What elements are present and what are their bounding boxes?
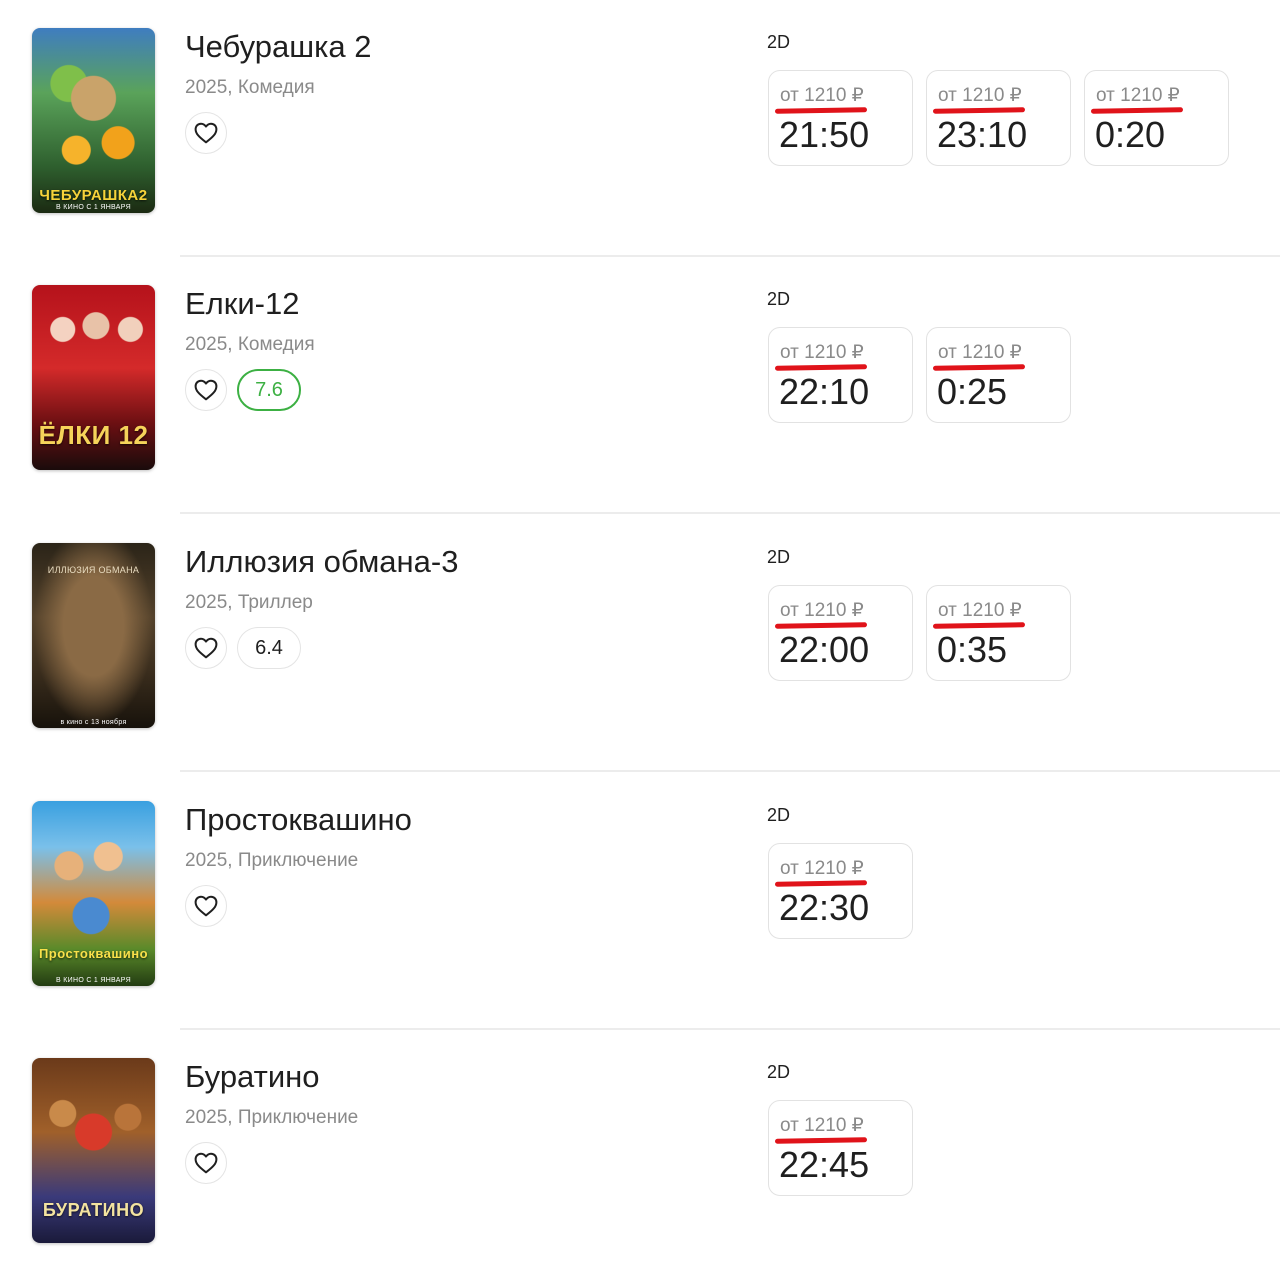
- movie-poster[interactable]: БУРАТИНО: [32, 1058, 155, 1243]
- session-button[interactable]: от 1210 ₽ 0:20: [1084, 70, 1229, 166]
- format-label: 2D: [767, 289, 791, 309]
- price-underline-mark: [774, 880, 868, 887]
- price-underline-mark: [774, 107, 868, 114]
- session-time: 0:25: [937, 371, 1008, 412]
- session-price: от 1210 ₽: [938, 85, 1022, 106]
- poster-title-text: БУРАТИНО: [42, 1200, 145, 1220]
- session-price: от 1210 ₽: [780, 858, 864, 879]
- poster-release-text: В КИНО С 1 ЯНВАРЯ: [56, 977, 131, 984]
- session-button[interactable]: от 1210 ₽ 22:45: [768, 1100, 913, 1196]
- poster-title-text: Простоквашино: [38, 946, 149, 961]
- favorite-button[interactable]: [185, 885, 227, 927]
- heart-outline-icon: [194, 122, 218, 144]
- movie-meta: 2025, Приключение: [185, 850, 359, 871]
- favorite-button[interactable]: [185, 369, 227, 411]
- session-price: от 1210 ₽: [780, 1115, 864, 1136]
- session-button[interactable]: от 1210 ₽ 21:50: [768, 70, 913, 166]
- movie-meta: 2025, Триллер: [185, 592, 313, 613]
- session-time: 0:35: [937, 629, 1008, 670]
- session-time: 23:10: [937, 114, 1028, 155]
- session-price: от 1210 ₽: [780, 342, 864, 363]
- price-underline-mark: [1090, 107, 1184, 114]
- movie-list: ЧЕБУРАШКА2 В КИНО С 1 ЯНВАРЯ Чебурашка 2…: [0, 0, 1280, 1262]
- movie-row: ЧЕБУРАШКА2 В КИНО С 1 ЯНВАРЯ Чебурашка 2…: [0, 0, 1280, 257]
- movie-title[interactable]: Простоквашино: [185, 803, 412, 837]
- format-label: 2D: [767, 32, 791, 52]
- movie-title[interactable]: Елки-12: [185, 287, 299, 321]
- poster-title-text: ЧЕБУРАШКА2: [39, 187, 148, 204]
- heart-outline-icon: [194, 379, 218, 401]
- movie-title[interactable]: Буратино: [185, 1060, 320, 1094]
- movie-meta: 2025, Комедия: [185, 77, 315, 98]
- poster-title-text: ЁЛКИ 12: [38, 420, 149, 450]
- session-price: от 1210 ₽: [1096, 85, 1180, 106]
- rating-badge: 6.4: [237, 627, 301, 669]
- poster-release-text: в кино с 13 ноября: [60, 719, 127, 726]
- movie-row: БУРАТИНО Буратино 2025, Приключение 2D о…: [0, 1030, 1280, 1287]
- movie-poster[interactable]: ИЛЛЮЗИЯ ОБМАНА в кино с 13 ноября: [32, 543, 155, 728]
- session-price: от 1210 ₽: [780, 600, 864, 621]
- session-button[interactable]: от 1210 ₽ 0:25: [926, 327, 1071, 423]
- poster-top-text: ИЛЛЮЗИЯ ОБМАНА: [47, 565, 140, 575]
- poster-release-text: В КИНО С 1 ЯНВАРЯ: [56, 204, 131, 211]
- price-underline-mark: [932, 107, 1026, 114]
- favorite-button[interactable]: [185, 1142, 227, 1184]
- format-label: 2D: [767, 805, 791, 825]
- price-underline-mark: [774, 1137, 868, 1144]
- rating-badge: 7.6: [237, 369, 301, 411]
- format-label: 2D: [767, 1062, 791, 1082]
- movie-poster[interactable]: Простоквашино В КИНО С 1 ЯНВАРЯ: [32, 801, 155, 986]
- session-button[interactable]: от 1210 ₽ 23:10: [926, 70, 1071, 166]
- session-price: от 1210 ₽: [780, 85, 864, 106]
- session-time: 0:20: [1095, 114, 1166, 155]
- heart-outline-icon: [194, 637, 218, 659]
- movie-meta: 2025, Комедия: [185, 334, 315, 355]
- session-time: 22:45: [779, 1144, 870, 1185]
- session-button[interactable]: от 1210 ₽ 22:00: [768, 585, 913, 681]
- favorite-button[interactable]: [185, 112, 227, 154]
- movie-title[interactable]: Чебурашка 2: [185, 30, 371, 64]
- session-price: от 1210 ₽: [938, 600, 1022, 621]
- session-button[interactable]: от 1210 ₽ 22:10: [768, 327, 913, 423]
- row-divider: [180, 512, 1280, 514]
- session-time: 21:50: [779, 114, 870, 155]
- movie-title[interactable]: Иллюзия обмана-3: [185, 545, 458, 579]
- price-underline-mark: [932, 622, 1026, 629]
- session-time: 22:10: [779, 371, 870, 412]
- heart-outline-icon: [194, 1152, 218, 1174]
- movie-meta: 2025, Приключение: [185, 1107, 359, 1128]
- price-underline-mark: [774, 364, 868, 371]
- session-time: 22:30: [779, 887, 870, 928]
- movie-poster[interactable]: ЁЛКИ 12: [32, 285, 155, 470]
- movie-row: Простоквашино В КИНО С 1 ЯНВАРЯ Простокв…: [0, 773, 1280, 1030]
- movie-poster[interactable]: ЧЕБУРАШКА2 В КИНО С 1 ЯНВАРЯ: [32, 28, 155, 213]
- format-label: 2D: [767, 547, 791, 567]
- session-time: 22:00: [779, 629, 870, 670]
- row-divider: [180, 770, 1280, 772]
- movie-row: ЁЛКИ 12 Елки-12 2025, Комедия 2D 7.6 от 1…: [0, 257, 1280, 514]
- favorite-button[interactable]: [185, 627, 227, 669]
- session-button[interactable]: от 1210 ₽ 22:30: [768, 843, 913, 939]
- session-price: от 1210 ₽: [938, 342, 1022, 363]
- heart-outline-icon: [194, 895, 218, 917]
- price-underline-mark: [932, 364, 1026, 371]
- session-button[interactable]: от 1210 ₽ 0:35: [926, 585, 1071, 681]
- price-underline-mark: [774, 622, 868, 629]
- movie-row: ИЛЛЮЗИЯ ОБМАНА в кино с 13 ноября Иллюзи…: [0, 515, 1280, 772]
